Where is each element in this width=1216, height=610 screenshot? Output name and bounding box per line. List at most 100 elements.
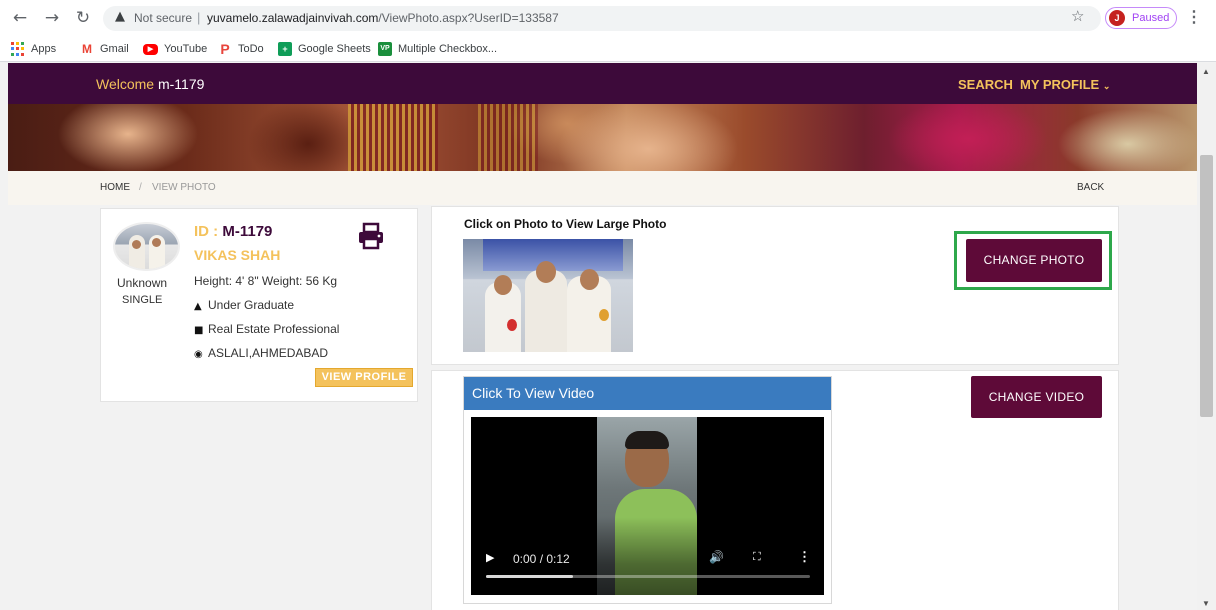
photo-panel: Click on Photo to View Large Photo CHANG…	[431, 206, 1119, 365]
warning-icon: ▲	[115, 9, 125, 24]
address-bar[interactable]: ▲ Not secure | yuvamelo.zalawadjainvivah…	[103, 6, 1101, 31]
browser-menu-icon[interactable]: ⋮	[1186, 7, 1202, 27]
photo-badge-gold	[599, 309, 609, 321]
back-arrow-icon[interactable]: ←	[9, 7, 31, 29]
vp-icon: VP	[378, 42, 392, 56]
video-time: 0:00 / 0:12	[513, 552, 570, 566]
height-weight: Height: 4' 8" Weight: 56 Kg	[194, 274, 338, 288]
wedding-banner-image	[8, 104, 1197, 171]
profile-id: ID : M-1179	[194, 223, 272, 240]
avatar-figure-head	[152, 238, 161, 247]
page-viewport: Welcome m-1179 SEARCH MY PROFILE ⌄ HOME …	[8, 63, 1197, 610]
browser-toolbar: ← → ↻ ▲ Not secure | yuvamelo.zalawadjai…	[0, 0, 1216, 36]
marital-status: SINGLE	[122, 294, 163, 306]
nav-my-profile-link[interactable]: MY PROFILE ⌄	[1020, 77, 1110, 92]
bookmark-gmail[interactable]: M Gmail	[80, 40, 129, 58]
breadcrumb-current: VIEW PHOTO	[152, 182, 216, 193]
omnibox-divider: |	[197, 10, 201, 25]
bookmark-label: Multiple Checkbox...	[398, 43, 498, 55]
banner-bangles	[478, 104, 538, 171]
profile-avatar: J	[1109, 10, 1125, 26]
profile-chip[interactable]: J Paused	[1105, 7, 1177, 29]
scroll-down-arrow-icon[interactable]: ▼	[1202, 599, 1210, 608]
video-box: Click To View Video ▶ 0:00 / 0:12 🔊 ⛶ ⋮	[463, 376, 832, 604]
profile-name: VIKAS SHAH	[194, 247, 281, 263]
url-text[interactable]: yuvamelo.zalawadjainvivah.com/ViewPhoto.…	[207, 11, 559, 25]
print-icon[interactable]	[357, 222, 385, 250]
url-path: /ViewPhoto.aspx?UserID=133587	[378, 11, 559, 25]
avatar-figure-head	[132, 240, 141, 249]
profile-id-label: ID :	[194, 223, 219, 240]
video-title[interactable]: Click To View Video	[464, 377, 831, 410]
more-options-icon[interactable]: ⋮	[798, 549, 811, 565]
map-marker-icon: ◉	[194, 349, 203, 360]
bookmark-label: Google Sheets	[298, 43, 371, 55]
bookmark-label: Apps	[31, 43, 57, 55]
profile-avatar-photo[interactable]	[113, 222, 180, 271]
youtube-icon: ▶	[143, 43, 158, 55]
sheets-icon: +	[278, 42, 292, 56]
occupation-row: ■ Real Estate Professional	[194, 322, 339, 336]
reload-icon[interactable]: ↻	[72, 7, 94, 29]
not-secure-label: Not secure	[134, 11, 193, 25]
todo-icon: P	[218, 42, 232, 56]
banner-bangles	[348, 104, 438, 171]
apps-grid-icon	[11, 42, 25, 56]
occupation-text: Real Estate Professional	[208, 322, 340, 336]
site-header: Welcome m-1179 SEARCH MY PROFILE ⌄	[8, 63, 1197, 104]
profile-status: Paused	[1132, 12, 1170, 24]
photo-figure-head	[494, 275, 512, 295]
fullscreen-icon[interactable]: ⛶	[753, 550, 761, 564]
location-row: ◉ ASLALI,AHMEDABAD	[194, 346, 328, 360]
graduation-cap-icon: ▲	[194, 301, 202, 312]
scrollbar-thumb[interactable]	[1200, 155, 1213, 417]
profile-photo-thumbnail[interactable]	[463, 239, 633, 352]
play-icon[interactable]: ▶	[486, 551, 494, 564]
photo-caption: Click on Photo to View Large Photo	[464, 217, 667, 231]
nav-search-link[interactable]: SEARCH	[958, 77, 1013, 92]
video-figure-hair	[625, 431, 669, 449]
bookmark-label: ToDo	[238, 43, 264, 55]
page-scrollbar[interactable]: ▲ ▼	[1197, 63, 1216, 610]
bookmark-label: Gmail	[100, 43, 129, 55]
change-photo-button[interactable]: CHANGE PHOTO	[966, 239, 1102, 282]
forward-arrow-icon[interactable]: →	[41, 7, 63, 29]
marital-label: Unknown	[117, 276, 168, 290]
volume-icon[interactable]: 🔊	[709, 550, 724, 564]
photo-badge-red	[507, 319, 517, 331]
location-text: ASLALI,AHMEDABAD	[208, 346, 329, 360]
welcome-prefix: Welcome	[96, 76, 155, 92]
bookmark-youtube[interactable]: ▶ YouTube	[143, 40, 207, 58]
briefcase-icon: ■	[194, 325, 204, 336]
nav-my-profile-label: MY PROFILE	[1020, 77, 1100, 92]
scroll-up-arrow-icon[interactable]: ▲	[1202, 67, 1210, 76]
video-player[interactable]: ▶ 0:00 / 0:12 🔊 ⛶ ⋮	[471, 417, 824, 595]
gmail-icon: M	[80, 42, 94, 56]
bookmark-star-icon[interactable]: ☆	[1071, 7, 1084, 25]
back-link[interactable]: BACK	[1077, 182, 1104, 193]
bookmark-todo[interactable]: P ToDo	[218, 40, 264, 58]
bookmark-google-sheets[interactable]: + Google Sheets	[278, 40, 371, 58]
video-progress-bar[interactable]	[486, 575, 810, 578]
breadcrumb-separator: /	[139, 182, 142, 193]
photo-figure-head	[536, 261, 556, 283]
bookmark-apps[interactable]: Apps	[11, 40, 56, 58]
video-progress-fill	[486, 575, 574, 578]
profile-summary-card: Unknown SINGLE ID : M-1179 VIKAS SHAH He…	[100, 208, 418, 402]
bookmarks-bar: Apps M Gmail ▶ YouTube P ToDo + Google S…	[0, 36, 1216, 62]
education-text: Under Graduate	[208, 298, 295, 312]
chevron-down-icon: ⌄	[1102, 81, 1111, 91]
breadcrumb: HOME / VIEW PHOTO BACK	[8, 171, 1197, 205]
breadcrumb-home[interactable]: HOME	[100, 182, 130, 193]
change-video-button[interactable]: CHANGE VIDEO	[971, 376, 1102, 418]
bookmark-multiple-checkbox[interactable]: VP Multiple Checkbox...	[378, 40, 497, 58]
education-row: ▲ Under Graduate	[194, 298, 294, 312]
welcome-username: m-1179	[157, 76, 205, 92]
url-host: yuvamelo.zalawadjainvivah.com	[207, 11, 379, 25]
view-profile-button[interactable]: VIEW PROFILE	[315, 368, 413, 387]
bookmark-label: YouTube	[164, 43, 208, 55]
video-panel: Click To View Video ▶ 0:00 / 0:12 🔊 ⛶ ⋮	[431, 370, 1119, 610]
photo-figure-head	[580, 269, 599, 290]
profile-id-value: M-1179	[222, 223, 273, 240]
video-controls: ▶ 0:00 / 0:12 🔊 ⛶ ⋮	[471, 517, 824, 595]
